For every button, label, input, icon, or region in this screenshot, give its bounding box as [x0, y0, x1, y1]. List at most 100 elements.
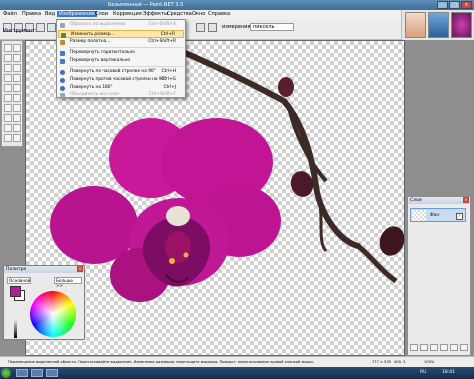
language-indicator[interactable]: RU: [420, 370, 426, 375]
brush-tool-icon[interactable]: [4, 94, 12, 102]
gradient-tool-icon[interactable]: [13, 84, 21, 92]
print-icon[interactable]: [36, 23, 45, 32]
taskbar-app-icon[interactable]: [46, 369, 58, 377]
primary-color-swatch[interactable]: [10, 286, 21, 297]
palette-panel: Палитра × Основной Больше >>: [3, 265, 85, 340]
color-wheel[interactable]: [30, 291, 76, 337]
menu-image[interactable]: Изображение: [57, 11, 97, 17]
menu-item-flatten[interactable]: Объединить все слои Ctrl+Shift+F: [58, 91, 184, 98]
paint-bucket-tool-icon[interactable]: [4, 84, 12, 92]
maximize-button[interactable]: □: [449, 1, 460, 9]
menu-file[interactable]: Файл: [3, 11, 17, 17]
menu-item-crop-to-selection[interactable]: Обрезать по выделению Ctrl+Shift+X: [58, 21, 184, 29]
clone-stamp-tool-icon[interactable]: [13, 104, 21, 112]
layers-header: Слои ×: [408, 197, 470, 204]
layer-thumbnail: [412, 210, 426, 221]
canvas-size-icon: [60, 39, 65, 45]
menu-separator: [69, 47, 183, 48]
rectangle-tool-icon[interactable]: [4, 134, 12, 142]
units-select[interactable]: пиксель: [250, 23, 294, 31]
taskbar-app-icon[interactable]: [16, 369, 28, 377]
thumbnail-portrait[interactable]: [405, 12, 426, 38]
layers-close-icon[interactable]: ×: [463, 197, 469, 203]
ellipse-select-tool-icon[interactable]: [4, 64, 12, 72]
window-controls: – □ ×: [437, 1, 472, 9]
status-hint: Перемещение выделенной области. Перетаск…: [8, 360, 314, 364]
menu-edit[interactable]: Правка: [22, 11, 41, 17]
layer-name: Фон: [430, 213, 440, 218]
dimensions-label: измерения: [222, 24, 251, 30]
rotate-180-icon: [60, 85, 65, 91]
layer-tools: [410, 344, 468, 352]
layer-properties-icon[interactable]: [460, 344, 468, 351]
move-layer-up-icon[interactable]: [450, 344, 458, 351]
tool-label: Инструмент:: [3, 28, 37, 34]
cut-icon[interactable]: [47, 23, 56, 32]
menu-item-flip-horizontal[interactable]: Перевернуть горизонтально: [58, 49, 184, 57]
menu-item-resize[interactable]: Изменить размер... Ctrl+R: [58, 30, 184, 38]
duplicate-layer-icon[interactable]: [430, 344, 438, 351]
magic-wand-tool-icon[interactable]: [4, 74, 12, 82]
thumbnail-orchid[interactable]: [451, 12, 472, 38]
recolor-tool-icon[interactable]: [4, 114, 12, 122]
menu-help[interactable]: Справка: [208, 11, 230, 17]
rulers-icon[interactable]: [208, 23, 217, 32]
palette-mode-select[interactable]: Основной: [7, 277, 31, 284]
menu-item-rotate-ccw[interactable]: Повернуть против часовой стрелки на 90° …: [58, 76, 184, 84]
resize-icon: [61, 32, 66, 38]
tools-panel: [1, 40, 23, 147]
menu-view[interactable]: Вид: [45, 11, 55, 17]
menu-adjustments[interactable]: Коррекция: [113, 11, 142, 17]
rotate-cw-icon: [60, 69, 65, 75]
shapes-tool-icon[interactable]: [13, 124, 21, 132]
zoom-level[interactable]: 100%: [424, 360, 434, 364]
cursor-position-readout: 400, 3: [394, 360, 406, 364]
thumbnail-blue[interactable]: [428, 12, 449, 38]
flip-vertical-icon: [60, 58, 65, 64]
menu-item-flip-vertical[interactable]: Перевернуть вертикально: [58, 57, 184, 65]
merge-layer-icon[interactable]: [440, 344, 448, 351]
delete-layer-icon[interactable]: [420, 344, 428, 351]
minimize-button[interactable]: –: [437, 1, 448, 9]
rotate-ccw-icon: [60, 77, 65, 83]
add-layer-icon[interactable]: [410, 344, 418, 351]
start-button-icon[interactable]: [1, 368, 11, 378]
palette-title: Палитра: [6, 267, 27, 272]
move-selection-icon[interactable]: [13, 54, 21, 62]
menu-effects[interactable]: Эффекты: [143, 11, 168, 17]
palette-header: Палитра ×: [4, 266, 84, 273]
menu-item-rotate-cw[interactable]: Повернуть по часовой стрелке на 90° Ctrl…: [58, 68, 184, 76]
crop-icon: [60, 22, 65, 28]
menu-item-canvas-size[interactable]: Размер полотна... Ctrl+Shift+R: [58, 38, 184, 46]
menu-separator: [69, 66, 183, 67]
zoom-tool-icon[interactable]: [13, 64, 21, 72]
line-tool-icon[interactable]: [4, 124, 12, 132]
layer-item[interactable]: Фон ✓: [410, 208, 466, 222]
close-button[interactable]: ×: [461, 1, 472, 9]
image-menu-dropdown: Обрезать по выделению Ctrl+Shift+X Измен…: [56, 19, 186, 98]
menu-window[interactable]: Окно: [192, 11, 205, 17]
rect-select-tool-icon[interactable]: [4, 44, 12, 52]
title-bar: Безымянный — Paint.NET 3.5 – □ ×: [0, 0, 474, 10]
pan-tool-icon[interactable]: [13, 74, 21, 82]
menu-layers[interactable]: Слои: [95, 11, 108, 17]
image-size-readout: 777 × 535: [372, 360, 392, 364]
image-thumbnails: [401, 10, 474, 40]
window-title: Безымянный — Paint.NET 3.5: [108, 2, 184, 8]
menu-tools[interactable]: Средства: [167, 11, 192, 17]
flatten-icon: [60, 92, 65, 98]
grid-icon[interactable]: [196, 23, 205, 32]
brightness-slider[interactable]: [14, 318, 17, 338]
eraser-tool-icon[interactable]: [13, 94, 21, 102]
clock: 18:41: [442, 370, 455, 375]
text-tool-icon[interactable]: [13, 114, 21, 122]
ellipse-tool-icon[interactable]: [13, 134, 21, 142]
palette-close-icon[interactable]: ×: [77, 266, 83, 272]
lasso-tool-icon[interactable]: [4, 54, 12, 62]
taskbar-app-icon[interactable]: [31, 369, 43, 377]
palette-more-button[interactable]: Больше >>: [54, 277, 82, 288]
flip-horizontal-icon: [60, 50, 65, 56]
move-tool-icon[interactable]: [13, 44, 21, 52]
layer-visibility-checkbox[interactable]: ✓: [456, 213, 463, 220]
pencil-tool-icon[interactable]: [4, 104, 12, 112]
